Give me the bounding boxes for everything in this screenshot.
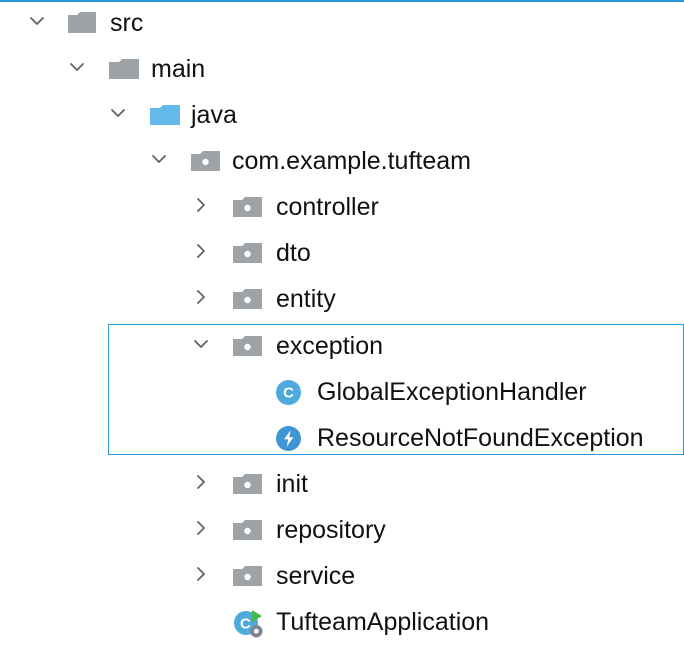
chevron-down-icon[interactable] bbox=[192, 335, 210, 353]
chevron-right-icon[interactable] bbox=[192, 288, 210, 306]
tree-item-controller[interactable]: controller bbox=[0, 184, 684, 230]
tree-item-service[interactable]: service bbox=[0, 553, 684, 599]
chevron-right-icon[interactable] bbox=[192, 242, 210, 260]
class-icon: C bbox=[276, 380, 301, 405]
tree-item-label: repository bbox=[276, 516, 386, 544]
chevron-right-icon[interactable] bbox=[192, 519, 210, 537]
exception-class-icon bbox=[276, 426, 301, 451]
folder-icon bbox=[68, 12, 96, 33]
tree-item-main[interactable]: main bbox=[0, 46, 684, 92]
tree-item-entity[interactable]: entity bbox=[0, 276, 684, 322]
tree-item-java[interactable]: java bbox=[0, 92, 684, 138]
tree-item-label: exception bbox=[276, 332, 384, 360]
chevron-right-icon[interactable] bbox=[192, 565, 210, 583]
tree-item-label: TufteamApplication bbox=[276, 608, 490, 636]
package-folder-icon bbox=[233, 289, 262, 309]
tree-item-label: com.example.tufteam bbox=[232, 147, 471, 175]
chevron-down-icon[interactable] bbox=[28, 12, 46, 30]
source-folder-icon bbox=[150, 105, 180, 125]
package-folder-icon bbox=[233, 520, 262, 540]
tree-item-label: GlobalExceptionHandler bbox=[317, 378, 587, 406]
tree-item-label: controller bbox=[276, 193, 379, 221]
folder-icon bbox=[109, 59, 139, 79]
tree-item-dto[interactable]: dto bbox=[0, 230, 684, 276]
tree-item-label: service bbox=[276, 562, 356, 590]
chevron-down-icon[interactable] bbox=[150, 150, 168, 168]
package-folder-icon bbox=[233, 566, 262, 586]
tree-item-label: entity bbox=[276, 285, 336, 313]
tree-item-com-example-tufteam[interactable]: com.example.tufteam bbox=[0, 138, 684, 184]
chevron-right-icon[interactable] bbox=[192, 473, 210, 491]
package-folder-icon bbox=[233, 336, 262, 356]
package-folder-icon bbox=[233, 243, 262, 263]
project-tree: src main java com.example.tufteam contro… bbox=[0, 0, 684, 640]
package-folder-icon bbox=[191, 151, 220, 171]
chevron-down-icon[interactable] bbox=[68, 58, 86, 76]
package-folder-icon bbox=[233, 474, 262, 494]
tree-item-label: dto bbox=[276, 239, 311, 267]
svg-text:C: C bbox=[283, 385, 294, 402]
tree-item-global-exception-handler[interactable]: C GlobalExceptionHandler bbox=[0, 369, 684, 415]
tree-item-resource-not-found-exception[interactable]: ResourceNotFoundException bbox=[0, 415, 684, 461]
tree-item-label: src bbox=[110, 9, 144, 37]
tree-item-label: java bbox=[191, 101, 237, 129]
tree-item-init[interactable]: init bbox=[0, 461, 684, 507]
tree-item-exception[interactable]: exception bbox=[0, 323, 684, 369]
tree-item-label: init bbox=[276, 470, 308, 498]
package-folder-icon bbox=[233, 197, 262, 217]
tree-item-label: main bbox=[151, 55, 206, 83]
tree-item-tufteam-application[interactable]: C TufteamApplication bbox=[0, 599, 684, 645]
svg-text:C: C bbox=[240, 615, 251, 632]
tree-item-src[interactable]: src bbox=[0, 0, 684, 46]
tree-item-label: ResourceNotFoundException bbox=[317, 424, 644, 452]
spring-application-icon: C bbox=[234, 610, 263, 638]
chevron-down-icon[interactable] bbox=[109, 104, 127, 122]
tree-item-repository[interactable]: repository bbox=[0, 507, 684, 553]
chevron-right-icon[interactable] bbox=[192, 196, 210, 214]
